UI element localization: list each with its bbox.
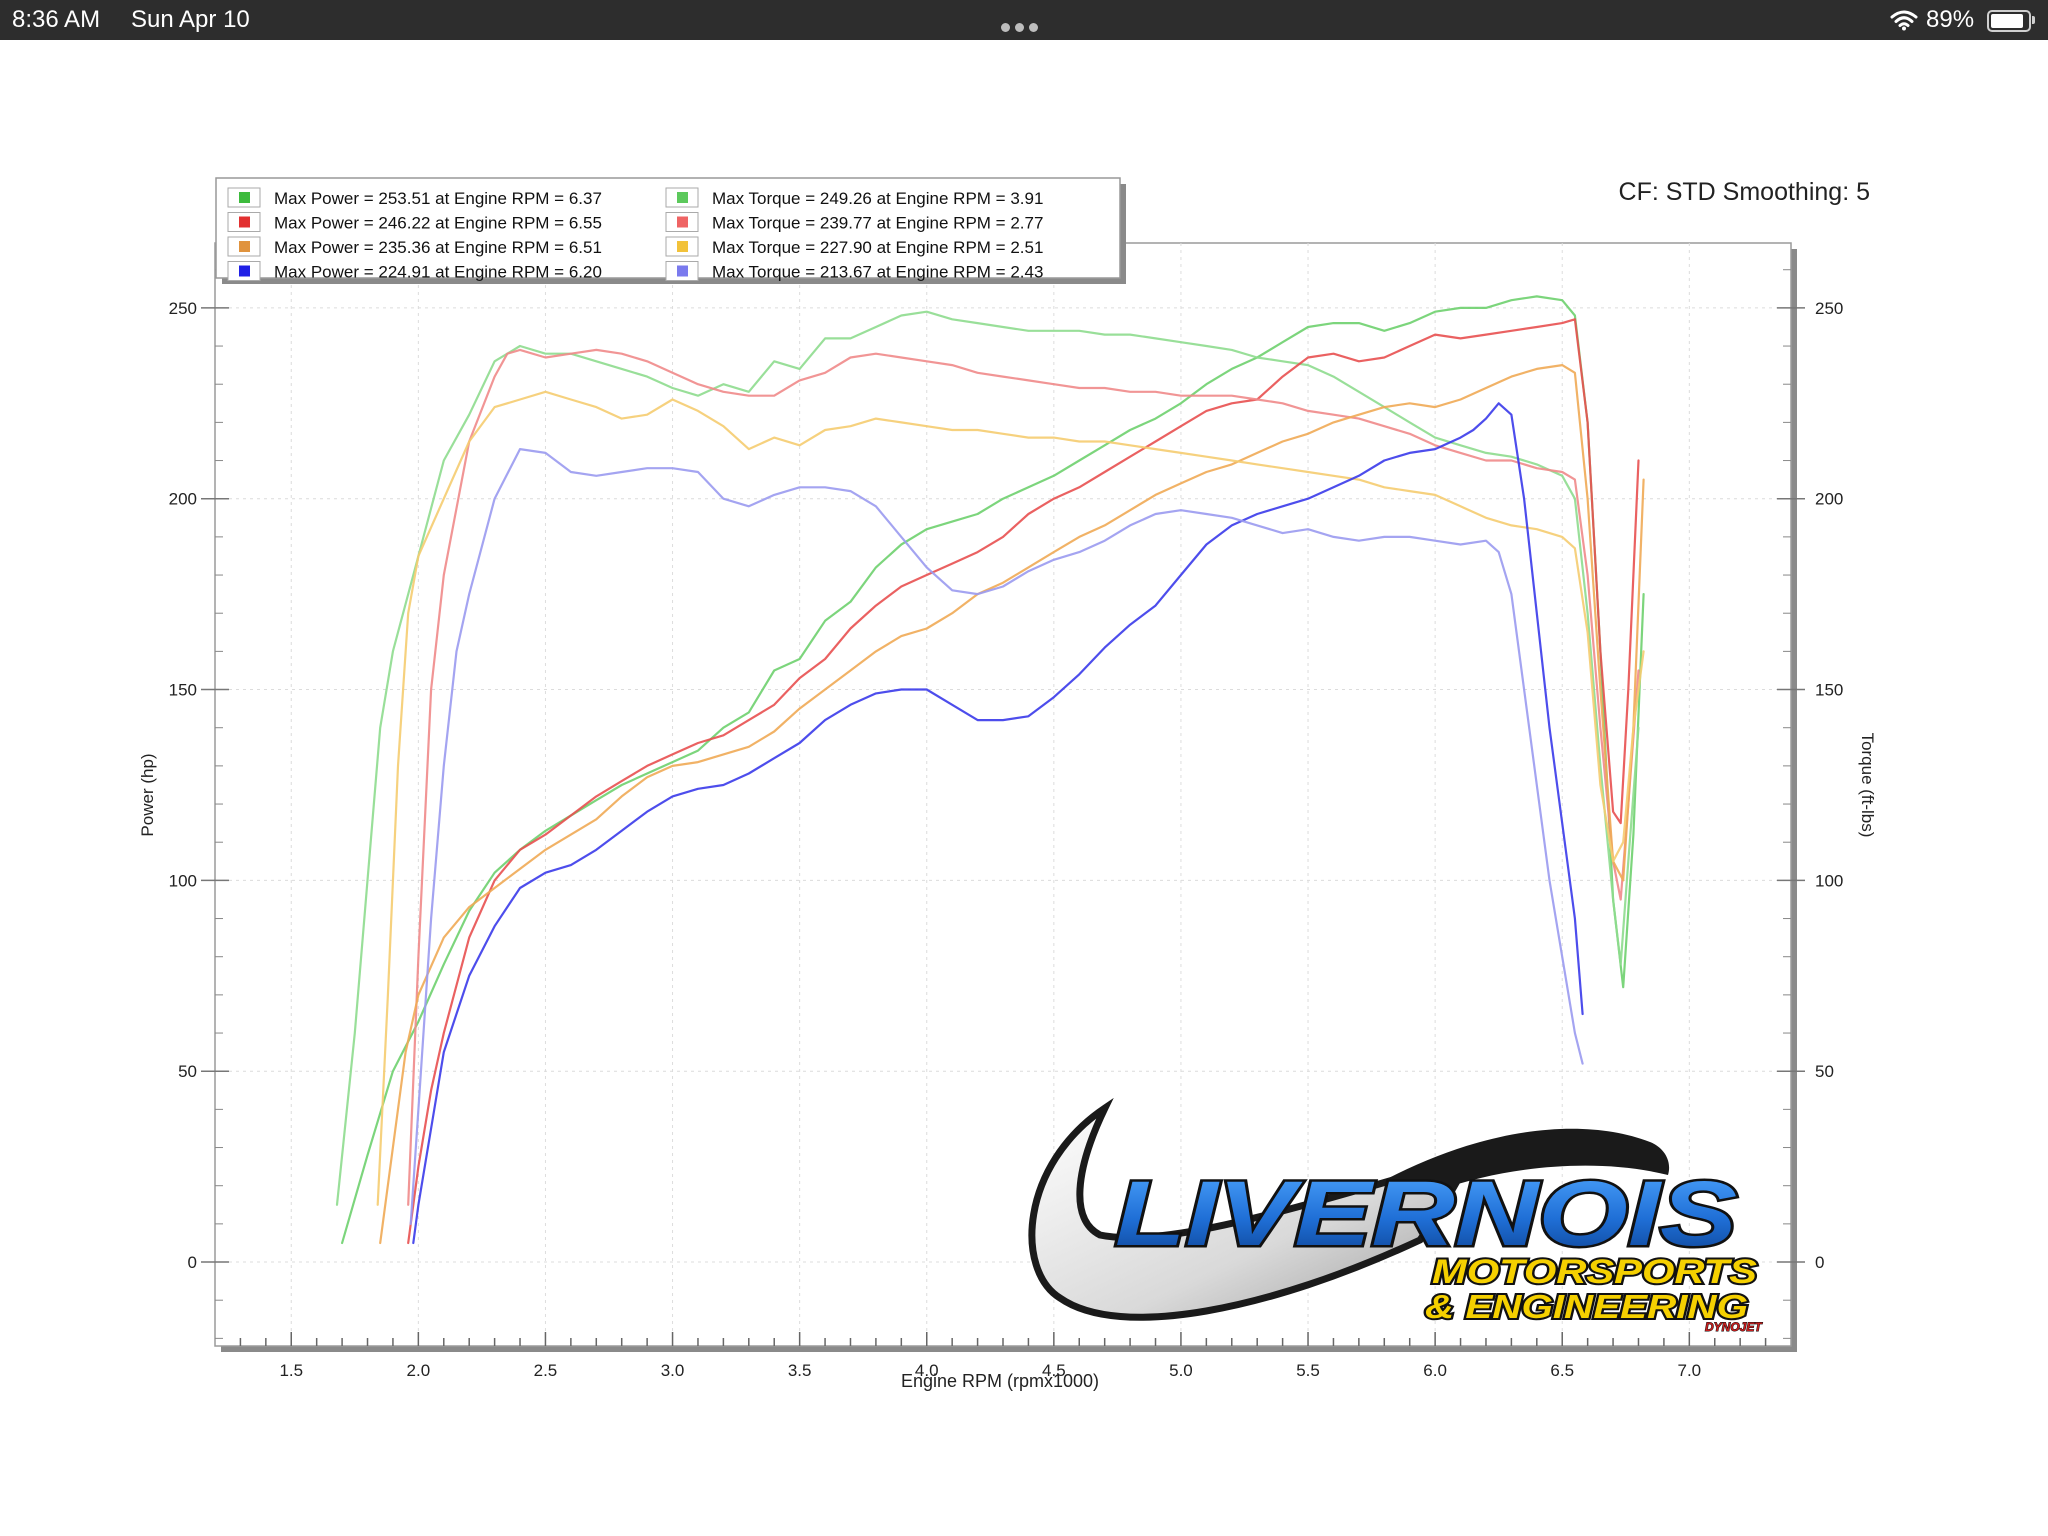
legend-label: Max Power = 253.51 at Engine RPM = 6.37 [274, 189, 602, 208]
x-tick-label: 1.5 [279, 1361, 303, 1380]
battery-cap [2032, 16, 2035, 24]
multitasking-dots-icon[interactable] [1001, 19, 1045, 32]
legend-label: Max Torque = 239.77 at Engine RPM = 2.77 [712, 214, 1043, 233]
y2-tick-label: 200 [1815, 490, 1843, 509]
wifi-icon [1890, 10, 1918, 31]
status-bar: 8:36 AM Sun Apr 10 89% [0, 0, 2048, 40]
y2-tick-label: 50 [1815, 1062, 1834, 1081]
x-tick-label: 2.0 [407, 1361, 431, 1380]
y-tick-label: 0 [188, 1253, 197, 1272]
legend-label: Max Torque = 227.90 at Engine RPM = 2.51 [712, 238, 1043, 257]
y2-axis-label: Torque (ft-lbs) [1858, 733, 1877, 838]
legend-swatch [239, 216, 250, 228]
legend-swatch [239, 241, 250, 252]
legend-swatch [677, 241, 688, 252]
x-tick-label: 6.5 [1550, 1361, 1574, 1380]
x-tick-label: 6.0 [1423, 1361, 1447, 1380]
y2-tick-labels: 0 50 100 150 200 250 [1815, 299, 1843, 1272]
legend-label: Max Power = 235.36 at Engine RPM = 6.51 [274, 238, 602, 257]
legend-label: Max Power = 224.91 at Engine RPM = 6.20 [274, 263, 602, 282]
battery-icon [1987, 10, 2031, 32]
y2-tick-label: 100 [1815, 871, 1843, 890]
y-tick-label: 150 [169, 681, 197, 700]
x-tick-label: 3.0 [661, 1361, 685, 1380]
legend-label: Max Power = 246.22 at Engine RPM = 6.55 [274, 214, 602, 233]
x-axis-label: Engine RPM (rpmx1000) [901, 1371, 1099, 1391]
y-tick-label: 100 [169, 871, 197, 890]
status-date: Sun Apr 10 [131, 6, 250, 33]
y-tick-label: 50 [178, 1062, 197, 1081]
legend-swatch [677, 265, 688, 277]
dynojet-badge: DYNOJET [1705, 1320, 1763, 1334]
legend-label: Max Torque = 249.26 at Engine RPM = 3.91 [712, 189, 1043, 208]
y2-tick-label: 150 [1815, 681, 1843, 700]
legend-swatch [677, 192, 688, 203]
corner-label: CF: STD Smoothing: 5 [1619, 178, 1870, 206]
x-tick-label: 3.5 [788, 1361, 812, 1380]
status-time: 8:36 AM [12, 6, 101, 33]
x-tick-label: 2.5 [534, 1361, 558, 1380]
logo-text-motorsports: MOTORSPORTS [1432, 1253, 1757, 1291]
x-tick-label: 7.0 [1678, 1361, 1702, 1380]
y-tick-label: 250 [169, 299, 197, 318]
x-tick-label: 5.5 [1296, 1361, 1320, 1380]
logo-text-livernois: LIVERNOIS [1115, 1163, 1737, 1265]
logo-text-engineering: & ENGINEERING [1425, 1288, 1748, 1325]
y2-tick-label: 0 [1815, 1253, 1824, 1272]
y-axis-label: Power (hp) [138, 753, 157, 836]
battery-percent: 89% [1926, 6, 1975, 33]
y-tick-labels: 0 50 100 150 200 250 [169, 299, 197, 1272]
x-tick-label: 5.0 [1169, 1361, 1193, 1380]
y2-tick-label: 250 [1815, 299, 1843, 318]
dyno-chart: 1.5 2.0 2.5 3.0 3.5 4.0 4.5 5.0 5.5 6.0 6.5 7.0 050… [138, 177, 1877, 1391]
legend-swatch [677, 216, 688, 228]
y-tick-label: 200 [169, 490, 197, 509]
legend-label: Max Torque = 213.67 at Engine RPM = 2.43 [712, 263, 1043, 282]
legend-swatch [239, 192, 250, 203]
legend-swatch [239, 265, 250, 277]
